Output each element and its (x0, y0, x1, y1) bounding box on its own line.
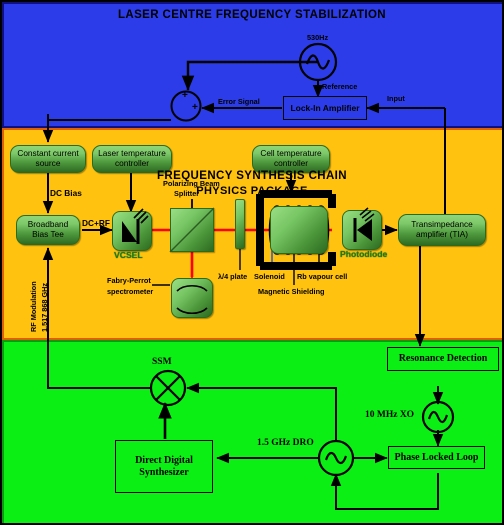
lock-in-amplifier-block[interactable]: Lock-In Amplifier (283, 96, 367, 120)
reference-label: Reference (322, 82, 358, 91)
rf-modulation-label-line1: RF Modulation (29, 281, 38, 332)
laser-section-title: LASER CENTRE FREQUENCY STABILIZATION (117, 9, 387, 21)
phase-locked-loop-block[interactable]: Phase Locked Loop (388, 446, 485, 469)
solenoid-label: Solenoid (254, 272, 285, 281)
magnetic-shielding-label: Magnetic Shielding (258, 287, 325, 296)
photodiode-label: Photodiode (340, 249, 388, 259)
photodiode-block[interactable] (342, 210, 382, 250)
fabry-perrot-label-line1: Fabry-Perrot (107, 276, 151, 285)
xo-label: 10 MHz XO (365, 410, 415, 420)
vcsel-label: VCSEL (114, 250, 143, 260)
rb-vapour-cell-block[interactable] (270, 206, 328, 254)
fabry-perrot-spectrometer-block[interactable] (171, 278, 213, 318)
summing-plus-top: + (182, 90, 188, 101)
resonance-detection-block[interactable]: Resonance Detection (387, 347, 499, 371)
error-signal-label: Error Signal (218, 97, 260, 106)
rb-vapour-cell-label: Rb vapour cell (297, 272, 348, 281)
oscillator-530hz-label: 530Hz (307, 33, 329, 42)
quarter-wave-plate-label: λ/4 plate (218, 272, 248, 281)
broadband-bias-tee-block[interactable]: Broadband Bias Tee (16, 215, 80, 245)
direct-digital-synthesizer-block[interactable]: Direct Digital Synthesizer (115, 440, 213, 493)
dds-label-line1: Direct Digital (135, 455, 193, 466)
fabry-perrot-label-line2: spectrometer (107, 287, 154, 296)
pbs-label-line2: Splitter (174, 189, 200, 198)
dc-plus-rf-label: DC+RF (82, 218, 110, 228)
dro-label: 1.5 GHz DRO (257, 438, 314, 448)
input-label: Input (387, 94, 405, 103)
ssm-label: SSM (152, 357, 172, 367)
dds-label-line2: Synthesizer (139, 466, 189, 478)
rf-modulation-frequency-label: 1.517 868 GHz (40, 282, 49, 332)
dc-bias-label: DC Bias (50, 188, 82, 198)
transimpedance-amplifier-block[interactable]: Transimpedance amplifier (TIA) (398, 214, 486, 246)
summing-plus-right: + (192, 102, 198, 113)
frequency-section-title: FREQUENCY SYNTHESIS CHAIN (157, 170, 347, 182)
cell-temperature-controller-block[interactable]: Cell temperature controller (252, 145, 330, 173)
constant-current-source-block[interactable]: Constant current source (10, 145, 86, 173)
quarter-wave-plate-block[interactable] (235, 199, 245, 249)
laser-temperature-controller-block[interactable]: Laser temperature controller (92, 145, 172, 173)
diagram-canvas: LASER CENTRE FREQUENCY STABILIZATION 530… (0, 0, 504, 525)
polarizing-beam-splitter-block[interactable] (170, 208, 214, 252)
vcsel-laser-block[interactable] (112, 211, 152, 251)
